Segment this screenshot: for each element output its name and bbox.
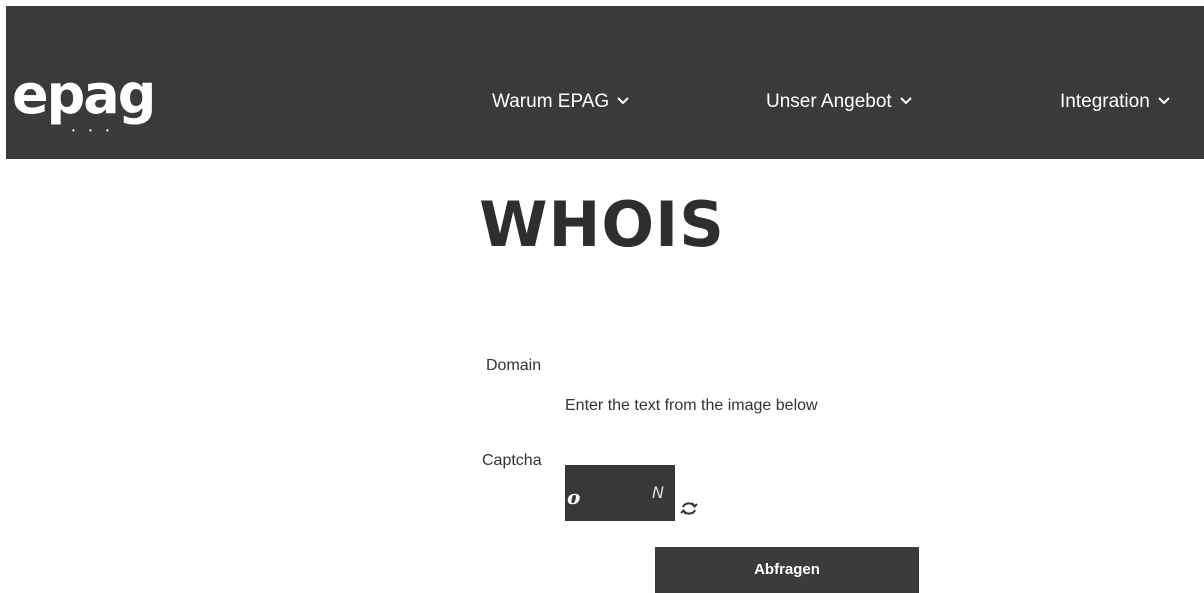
nav-item-warum-epag[interactable]: Warum EPAG — [492, 90, 629, 114]
page: epag • • • Warum EPAG Unser Angebot Inte… — [0, 0, 1204, 593]
captcha-label: Captcha — [482, 452, 542, 469]
page-title: WHOIS — [479, 188, 725, 261]
nav-item-label: Warum EPAG — [492, 91, 610, 112]
epag-logo[interactable]: epag — [12, 68, 156, 122]
domain-input[interactable] — [565, 348, 989, 380]
captcha-image: o N — [565, 465, 675, 521]
chevron-down-icon — [899, 88, 912, 112]
captcha-char: o — [567, 485, 581, 509]
chevron-down-icon — [1158, 88, 1170, 112]
captcha-input[interactable] — [565, 525, 869, 543]
nav-item-integration[interactable]: Integration — [1060, 90, 1170, 114]
refresh-icon[interactable] — [679, 498, 699, 518]
domain-label: Domain — [486, 357, 542, 374]
chevron-down-icon — [617, 88, 629, 112]
nav-item-label: Integration — [1060, 91, 1150, 112]
captcha-hint: Enter the text from the image below — [565, 397, 818, 414]
nav-item-label: Unser Angebot — [766, 91, 892, 112]
submit-button[interactable]: Abfragen — [655, 547, 919, 593]
nav-item-unser-angebot[interactable]: Unser Angebot — [766, 90, 912, 114]
logo-dots: • • • — [72, 126, 115, 135]
captcha-char: N — [652, 483, 664, 502]
site-header — [6, 6, 1204, 159]
